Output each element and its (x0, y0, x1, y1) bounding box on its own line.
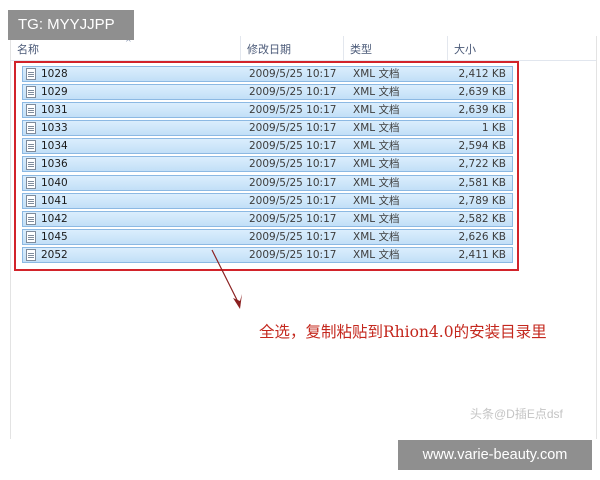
file-name: 1034 (41, 140, 68, 153)
file-date: 2009/5/25 10:17 (249, 122, 337, 135)
file-name: 1040 (41, 176, 68, 189)
file-row[interactable]: 1040 2009/5/25 10:17 XML 文档 2,581 KB (22, 174, 513, 191)
column-size-header[interactable]: 大小 (448, 36, 520, 60)
file-size: 2,411 KB (458, 248, 507, 261)
file-size: 1 KB (481, 122, 506, 135)
file-size: 2,582 KB (458, 212, 507, 225)
file-type: XML 文档 (353, 158, 400, 171)
file-size: 2,581 KB (458, 176, 507, 189)
file-type: XML 文档 (353, 230, 400, 243)
file-type: XML 文档 (353, 68, 400, 80)
file-row[interactable]: 1045 2009/5/25 10:17 XML 文档 2,626 KB (22, 228, 513, 245)
file-name: 2052 (41, 248, 68, 261)
file-row[interactable]: 1034 2009/5/25 10:17 XML 文档 2,594 KB (22, 138, 513, 155)
file-row[interactable]: 1041 2009/5/25 10:17 XML 文档 2,789 KB (22, 192, 513, 209)
file-date: 2009/5/25 10:17 (249, 194, 337, 207)
file-date: 2009/5/25 10:17 (249, 176, 337, 189)
file-name: 1042 (41, 212, 68, 225)
file-type: XML 文档 (353, 248, 400, 261)
site-url-badge: www.varie-beauty.com (398, 440, 592, 470)
column-type-header[interactable]: 类型 (344, 36, 448, 60)
xml-document-icon (26, 176, 36, 189)
telegram-tag: TG: MYYJJPP (8, 10, 134, 40)
file-row[interactable]: 1029 2009/5/25 10:17 XML 文档 2,639 KB (22, 84, 513, 101)
xml-document-icon (26, 140, 36, 153)
file-size: 2,412 KB (458, 68, 507, 80)
file-type: XML 文档 (353, 212, 400, 225)
file-size: 2,639 KB (458, 86, 507, 99)
file-row[interactable]: 2052 2009/5/25 10:17 XML 文档 2,411 KB (22, 246, 513, 263)
file-size: 2,594 KB (458, 140, 507, 153)
file-row[interactable]: 1033 2009/5/25 10:17 XML 文档 1 KB (22, 120, 513, 137)
selection-highlight-frame: 1028 2009/5/25 10:17 XML 文档 2,412 KB 102… (14, 61, 519, 271)
file-size: 2,639 KB (458, 104, 507, 117)
xml-document-icon (26, 248, 36, 261)
column-date-header[interactable]: 修改日期 (241, 36, 344, 60)
xml-document-icon (26, 194, 36, 207)
file-size: 2,722 KB (458, 158, 507, 171)
xml-document-icon (26, 68, 36, 80)
file-type: XML 文档 (353, 176, 400, 189)
file-name: 1029 (41, 86, 68, 99)
file-type: XML 文档 (353, 86, 400, 99)
xml-document-icon (26, 158, 36, 171)
xml-document-icon (26, 104, 36, 117)
file-type: XML 文档 (353, 194, 400, 207)
file-name: 1031 (41, 104, 68, 117)
xml-document-icon (26, 122, 36, 135)
file-row[interactable]: 1031 2009/5/25 10:17 XML 文档 2,639 KB (22, 102, 513, 119)
file-date: 2009/5/25 10:17 (249, 248, 337, 261)
file-size: 2,626 KB (458, 230, 507, 243)
file-name: 1036 (41, 158, 68, 171)
file-name: 1045 (41, 230, 68, 243)
file-row[interactable]: 1036 2009/5/25 10:17 XML 文档 2,722 KB (22, 156, 513, 173)
file-name: 1028 (41, 68, 68, 80)
file-date: 2009/5/25 10:17 (249, 212, 337, 225)
file-row[interactable]: 1042 2009/5/25 10:17 XML 文档 2,582 KB (22, 210, 513, 227)
file-date: 2009/5/25 10:17 (249, 230, 337, 243)
file-row[interactable]: 1028 2009/5/25 10:17 XML 文档 2,412 KB (22, 66, 513, 82)
file-type: XML 文档 (353, 122, 400, 135)
file-rows: 1028 2009/5/25 10:17 XML 文档 2,412 KB 102… (22, 66, 513, 265)
xml-document-icon (26, 230, 36, 243)
file-name: 1041 (41, 194, 68, 207)
file-date: 2009/5/25 10:17 (249, 68, 337, 80)
file-date: 2009/5/25 10:17 (249, 158, 337, 171)
file-date: 2009/5/25 10:17 (249, 104, 337, 117)
xml-document-icon (26, 212, 36, 225)
file-date: 2009/5/25 10:17 (249, 140, 337, 153)
file-size: 2,789 KB (458, 194, 507, 207)
file-name: 1033 (41, 122, 68, 135)
file-type: XML 文档 (353, 140, 400, 153)
file-date: 2009/5/25 10:17 (249, 86, 337, 99)
xml-document-icon (26, 86, 36, 99)
file-type: XML 文档 (353, 104, 400, 117)
annotation-text: 全选，复制粘贴到Rhion4.0的安装目录里 (259, 323, 547, 341)
toutiao-watermark: 头条@D插E点dsf (470, 407, 563, 421)
